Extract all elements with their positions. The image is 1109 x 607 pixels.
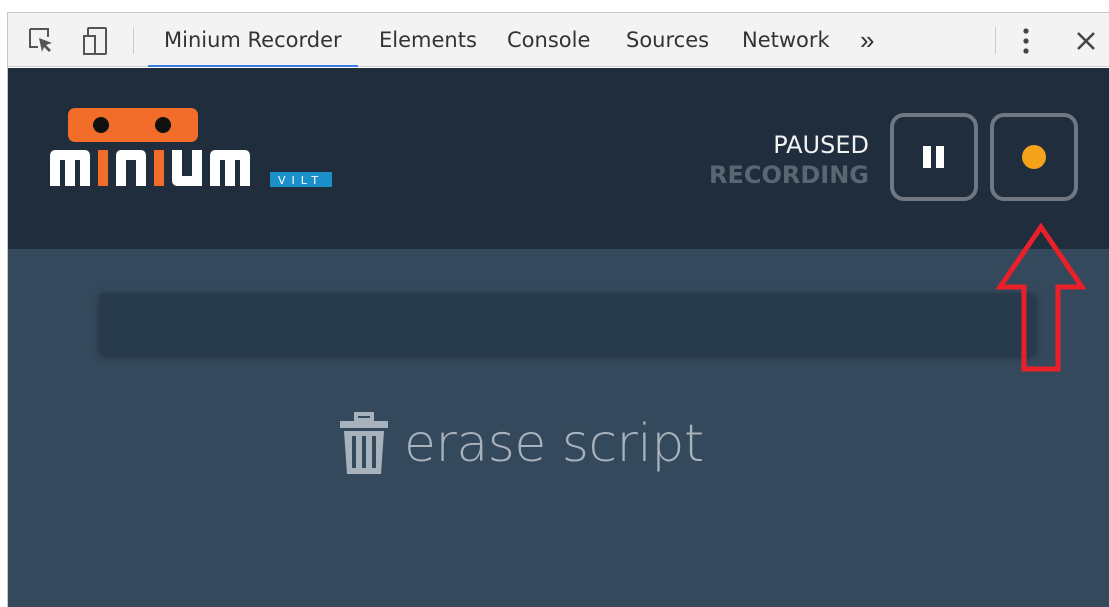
inspect-element-icon[interactable] — [27, 26, 55, 59]
kebab-menu-icon[interactable] — [1021, 27, 1031, 60]
red-arrow-annotation-icon — [996, 223, 1086, 372]
toolbar-divider — [995, 27, 996, 54]
recorder-header: VILT PAUSED RECORDING — [8, 68, 1109, 249]
script-input[interactable] — [99, 293, 1036, 355]
status-paused-label: PAUSED — [773, 131, 869, 159]
status-recording-label: RECORDING — [708, 161, 869, 189]
toolbar-divider — [133, 27, 134, 54]
record-icon — [1022, 145, 1046, 169]
recording-status: PAUSED RECORDING — [709, 130, 869, 190]
tab-elements[interactable]: Elements — [379, 13, 477, 67]
erase-script-label: erase script — [404, 414, 704, 474]
devtools-window: Minium Recorder Elements Console Sources… — [7, 12, 1109, 607]
minium-logo: VILT — [48, 106, 338, 196]
device-toolbar-icon[interactable] — [82, 26, 110, 61]
close-icon[interactable] — [1075, 30, 1097, 57]
tab-console[interactable]: Console — [507, 13, 590, 67]
devtools-tab-bar: Minium Recorder Elements Console Sources… — [8, 13, 1109, 67]
pause-icon — [923, 146, 945, 168]
tab-network[interactable]: Network — [742, 13, 830, 67]
trash-icon — [340, 412, 388, 474]
record-button[interactable] — [990, 113, 1078, 201]
pause-button[interactable] — [890, 113, 978, 201]
recorder-content: erase script — [8, 249, 1109, 607]
tab-sources[interactable]: Sources — [626, 13, 709, 67]
more-tabs-chevron-icon[interactable]: » — [860, 13, 874, 67]
svg-text:VILT: VILT — [278, 174, 324, 187]
erase-script-button[interactable]: erase script — [338, 412, 704, 476]
tab-minium-recorder[interactable]: Minium Recorder — [148, 13, 358, 67]
